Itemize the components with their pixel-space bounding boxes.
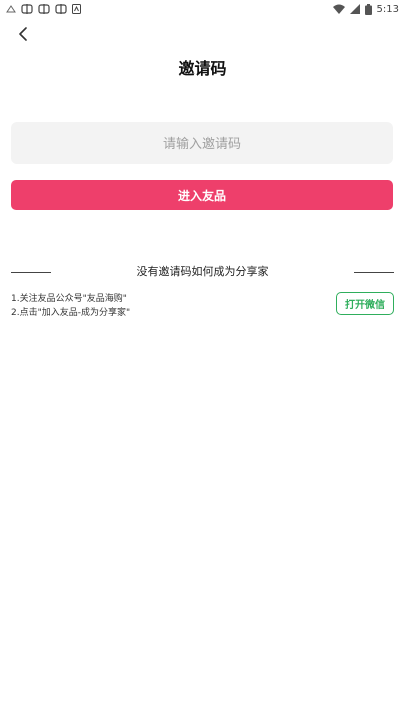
help-steps: 1.关注友品公众号"友品海购" 2.点击"加入友品-成为分享家" — [11, 292, 130, 320]
page-title: 邀请码 — [178, 59, 227, 78]
battery-icon — [364, 3, 372, 15]
signal-icon — [349, 4, 360, 14]
open-wechat-button[interactable]: 打开微信 — [336, 292, 394, 315]
app-icon — [72, 4, 81, 14]
invite-code-input[interactable] — [11, 122, 393, 164]
notification-icon — [6, 5, 16, 13]
status-left-icons — [6, 4, 81, 14]
divider-right — [354, 272, 394, 273]
notification-icon — [21, 4, 33, 14]
help-step-2: 2.点击"加入友品-成为分享家" — [11, 308, 131, 318]
help-section-header: 没有邀请码如何成为分享家 — [0, 263, 405, 281]
status-time: 5:13 — [376, 3, 399, 15]
chevron-left-icon — [18, 26, 28, 45]
notification-icon — [38, 4, 50, 14]
notification-icon — [55, 4, 67, 14]
status-bar: 5:13 — [0, 0, 405, 18]
status-right-icons: 5:13 — [332, 3, 399, 15]
help-title: 没有邀请码如何成为分享家 — [136, 265, 269, 278]
wifi-icon — [332, 4, 345, 14]
back-button[interactable] — [14, 26, 32, 44]
help-step-1: 1.关注友品公众号"友品海购" — [11, 294, 127, 304]
enter-youpin-button[interactable]: 进入友品 — [11, 180, 393, 210]
